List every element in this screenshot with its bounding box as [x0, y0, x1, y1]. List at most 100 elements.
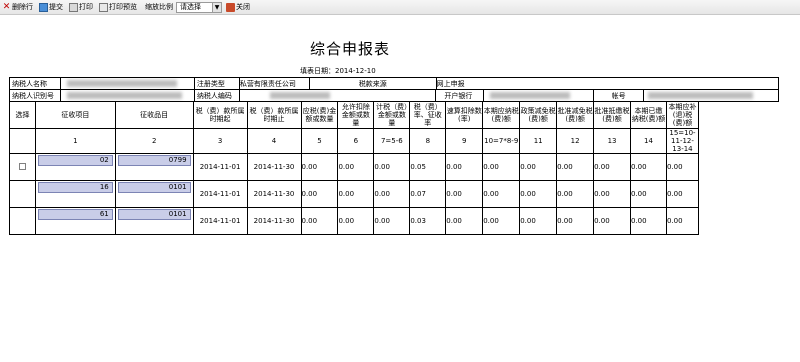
bank-label: 开户银行 — [435, 89, 485, 102]
col-header: 允许扣除金额或数量 — [337, 101, 375, 129]
cell-c14: 0.00 — [630, 153, 667, 181]
item-input[interactable]: 02 — [37, 155, 113, 166]
row-select-cell — [9, 207, 36, 235]
taxpayer-id-value — [59, 89, 195, 102]
redacted-value — [269, 92, 330, 99]
col-number: 10=7*8-9 — [482, 128, 521, 154]
submit-icon — [39, 2, 48, 12]
cell-c15: 0.00 — [665, 180, 700, 208]
cell-c12: 0.00 — [556, 207, 595, 235]
cell-c13: 0.00 — [593, 207, 631, 235]
cell-c6: 0.00 — [337, 153, 375, 181]
item-cell: 61 — [34, 207, 116, 235]
subitem-cell: 0101 — [114, 180, 194, 208]
period-end: 2014-11-30 — [246, 153, 302, 181]
period-start: 2014-11-01 — [192, 180, 248, 208]
tax-source-value: 网上申报 — [435, 77, 780, 90]
close-button[interactable]: 关闭 — [226, 1, 250, 14]
col-number: 8 — [409, 128, 447, 154]
taxpayer-name-label: 纳税人名称 — [9, 77, 61, 90]
subitem-cell: 0101 — [114, 207, 194, 235]
col-number: 14 — [630, 128, 667, 154]
col-number: 13 — [593, 128, 631, 154]
redacted-value — [490, 92, 571, 99]
cell-c12: 0.00 — [556, 180, 595, 208]
cell-c6: 0.00 — [337, 207, 375, 235]
cell-c5: 0.00 — [300, 153, 339, 181]
col-header: 征收品目 — [114, 101, 194, 129]
cell-c15: 0.00 — [665, 207, 700, 235]
cell-c8: 0.05 — [409, 153, 447, 181]
printer-icon — [69, 2, 78, 12]
cell-c13: 0.00 — [593, 153, 631, 181]
column-number-row: 1 2 3 4 5 6 7=5-6 8 9 10=7*8-9 11 12 13 … — [9, 128, 700, 154]
taxpayer-code-label: 纳税人编码 — [193, 89, 240, 102]
col-header: 政策减免税(费)额 — [519, 101, 558, 129]
cell-c9: 0.00 — [445, 153, 484, 181]
item-input[interactable]: 61 — [37, 209, 113, 220]
col-header: 应税(费)金额或数量 — [300, 101, 339, 129]
cell-c7: 0.00 — [373, 153, 411, 181]
col-header: 速算扣除数(率) — [445, 101, 484, 129]
delete-row-button[interactable]: ✕ 删除行 — [2, 1, 33, 14]
cell-c11: 0.00 — [519, 153, 558, 181]
col-header: 税（费）款所属时期止 — [246, 101, 302, 129]
col-number: 3 — [192, 128, 248, 154]
header-row: 选择 征收项目 征收品目 税（费）款所属时期起 税（费）款所属时期止 应税(费)… — [9, 101, 700, 129]
item-cell: 02 — [34, 153, 116, 181]
row-select-cell — [9, 153, 36, 181]
submit-button[interactable]: 提交 — [39, 1, 63, 14]
cell-c13: 0.00 — [593, 180, 631, 208]
cell-c15: 0.00 — [665, 153, 700, 181]
item-input[interactable]: 16 — [37, 182, 113, 193]
subitem-input[interactable]: 0101 — [117, 209, 191, 220]
cell-c7: 0.00 — [373, 207, 411, 235]
print-button[interactable]: 打印 — [69, 1, 93, 14]
col-number: 11 — [519, 128, 558, 154]
col-number: 5 — [300, 128, 339, 154]
redacted-value — [66, 80, 177, 87]
zoom-select-value: 请选择 — [180, 3, 201, 11]
col-number — [9, 128, 36, 154]
col-number: 12 — [556, 128, 595, 154]
page-title: 综合申报表 — [309, 40, 390, 58]
period-start: 2014-11-01 — [192, 153, 248, 181]
item-cell: 16 — [34, 180, 116, 208]
print-preview-button[interactable]: 打印预览 — [99, 1, 137, 14]
toolbar: ✕ 删除行 提交 打印 打印预览 缩放比例 请选择 ▼ 关闭 — [0, 0, 800, 15]
col-number: 4 — [246, 128, 302, 154]
table-row: 16 0101 2014-11-01 2014-11-30 0.00 0.00 … — [9, 180, 700, 208]
cell-c12: 0.00 — [556, 153, 595, 181]
col-number: 15=10-11-12-13-14 — [665, 128, 700, 154]
col-number: 6 — [337, 128, 375, 154]
col-number: 7=5-6 — [373, 128, 411, 154]
cell-c11: 0.00 — [519, 207, 558, 235]
cell-c10: 0.00 — [482, 207, 521, 235]
zoom-select[interactable]: 请选择 ▼ — [176, 1, 222, 13]
subitem-cell: 0799 — [114, 153, 194, 181]
col-header: 本期已缴纳税(费)额 — [630, 101, 667, 129]
col-number: 1 — [34, 128, 116, 154]
close-icon — [226, 2, 235, 12]
redacted-value — [66, 92, 182, 99]
row-checkbox[interactable] — [18, 162, 26, 170]
cell-c7: 0.00 — [373, 180, 411, 208]
bank-value — [483, 89, 595, 102]
cell-c8: 0.03 — [409, 207, 447, 235]
table-row: 61 0101 2014-11-01 2014-11-30 0.00 0.00 … — [9, 207, 700, 235]
declaration-table: 选择 征收项目 征收品目 税（费）款所属时期起 税（费）款所属时期止 应税(费)… — [9, 101, 700, 235]
col-header: 选择 — [9, 101, 36, 129]
subitem-input[interactable]: 0799 — [117, 155, 191, 166]
fill-date: 填表日期：2014-12-10 — [300, 67, 376, 75]
account-value — [643, 89, 779, 102]
chevron-down-icon: ▼ — [212, 2, 221, 12]
col-number: 2 — [114, 128, 194, 154]
redacted-value — [648, 92, 754, 99]
col-header: 批准减免税(费)额 — [556, 101, 595, 129]
col-header: 批准抵缴税(费)额 — [593, 101, 631, 129]
cell-c11: 0.00 — [519, 180, 558, 208]
cell-c8: 0.07 — [409, 180, 447, 208]
subitem-input[interactable]: 0101 — [117, 182, 191, 193]
reg-type-value: 私营有限责任公司 — [238, 77, 310, 90]
delete-icon: ✕ — [2, 1, 11, 12]
